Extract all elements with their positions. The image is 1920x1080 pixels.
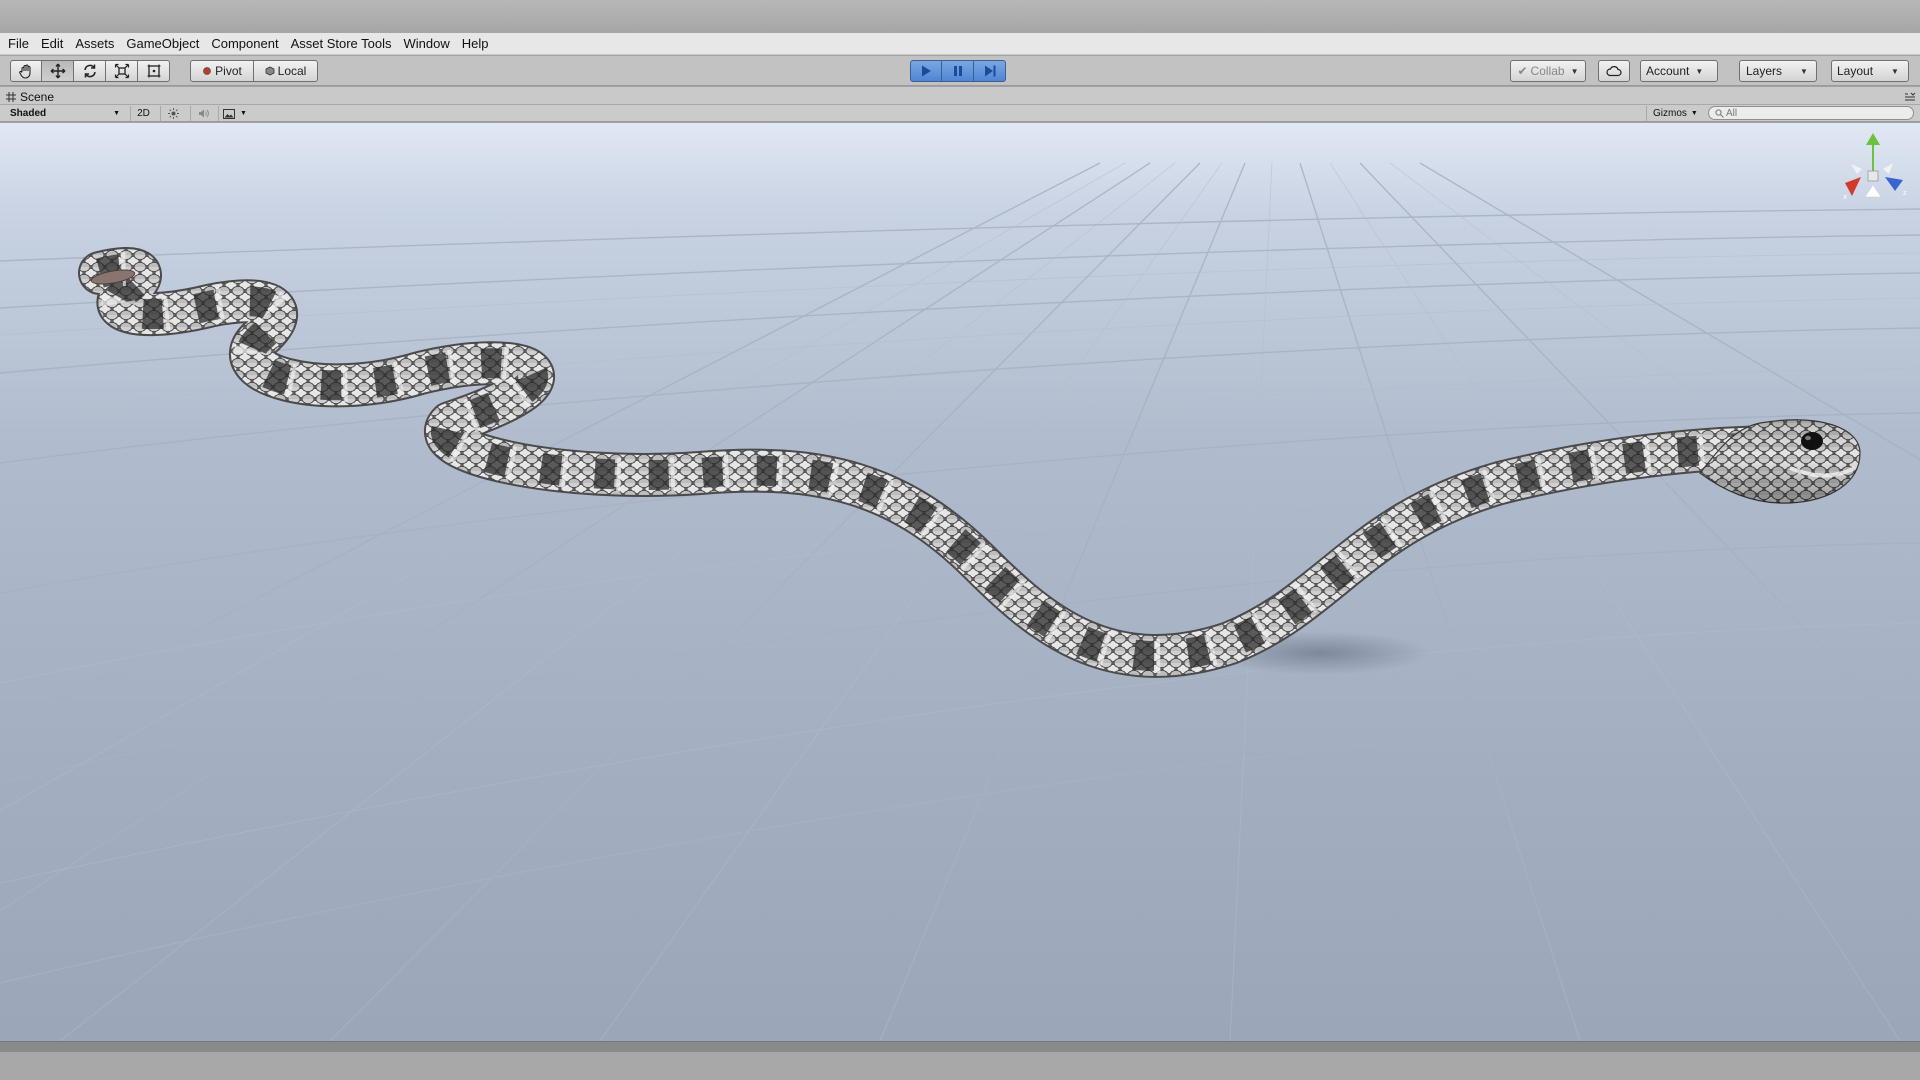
- local-toggle[interactable]: Local: [254, 60, 318, 82]
- local-icon: [265, 66, 275, 76]
- rect-tool-button[interactable]: [138, 60, 170, 82]
- scene-canvas: [0, 162, 1920, 1041]
- image-icon: [223, 108, 235, 119]
- main-toolbar: Pivot Local ✔ Collab ▼ Account ▼ Layers …: [0, 56, 1920, 86]
- pause-icon: [953, 66, 962, 76]
- snake-eye: [1801, 432, 1823, 450]
- window-top-bar: [0, 0, 1920, 33]
- pivot-label: Pivot: [215, 64, 242, 78]
- svg-text:x: x: [1843, 193, 1847, 201]
- rect-icon: [147, 64, 160, 78]
- collab-label: Collab: [1530, 64, 1565, 78]
- chevron-down-icon: ▼: [113, 110, 120, 117]
- scale-tool-button[interactable]: [106, 60, 138, 82]
- tab-scene[interactable]: Scene: [6, 88, 54, 105]
- layout-group: Layout ▼: [1831, 60, 1909, 82]
- status-bar: [0, 1041, 1920, 1052]
- effects-dropdown[interactable]: ▼: [218, 106, 252, 121]
- gizmo-x-cone[interactable]: [1845, 177, 1861, 196]
- layout-label: Layout: [1837, 64, 1874, 78]
- gizmo-center-cube[interactable]: [1867, 170, 1879, 182]
- pause-button[interactable]: [942, 60, 974, 82]
- gizmo-neg-x-cone[interactable]: [1851, 164, 1862, 174]
- snake-model[interactable]: [78, 247, 1861, 678]
- layers-group: Layers ▼: [1739, 60, 1817, 82]
- hand-icon: [19, 64, 31, 79]
- menu-gameobject[interactable]: GameObject: [120, 33, 205, 55]
- play-button[interactable]: [910, 60, 942, 82]
- grid-icon: [6, 91, 16, 102]
- pivot-local-group: Pivot Local: [190, 60, 318, 82]
- chevron-down-icon: ▼: [1891, 66, 1899, 76]
- scene-tab-bar: Scene: [0, 87, 1920, 105]
- lighting-toggle[interactable]: [160, 106, 186, 121]
- menu-assets[interactable]: Assets: [69, 33, 120, 55]
- transform-tools: [10, 60, 170, 82]
- cloud-button[interactable]: [1598, 60, 1630, 82]
- cloud-group: [1598, 60, 1630, 82]
- speaker-icon: [199, 109, 209, 118]
- layers-dropdown[interactable]: Layers ▼: [1739, 60, 1817, 82]
- search-placeholder: All: [1726, 107, 1738, 119]
- account-group: Account ▼: [1640, 60, 1718, 82]
- move-icon: [50, 63, 65, 79]
- chevron-down-icon: ▼: [1695, 66, 1704, 76]
- chevron-down-icon: ▼: [1570, 66, 1579, 76]
- menu-edit[interactable]: Edit: [35, 33, 69, 55]
- gizmo-neg-y-cone[interactable]: [1864, 184, 1882, 198]
- chevron-down-icon: ▼: [240, 110, 247, 117]
- collab-group: ✔ Collab ▼: [1510, 60, 1586, 82]
- menu-asset-store-tools[interactable]: Asset Store Tools: [285, 33, 398, 55]
- gizmo-y-cone[interactable]: [1866, 133, 1880, 145]
- search-icon: [1715, 108, 1724, 118]
- cloud-icon: [1606, 66, 1622, 77]
- chevron-down-icon: ▼: [1690, 110, 1698, 117]
- local-label: Local: [277, 64, 307, 78]
- gizmos-label: Gizmos: [1653, 108, 1687, 119]
- scene-tab-label: Scene: [20, 89, 55, 104]
- play-icon: [922, 65, 931, 77]
- menu-file[interactable]: File: [2, 33, 35, 55]
- menu-bar: File Edit Assets GameObject Component As…: [0, 33, 1920, 55]
- hand-tool-button[interactable]: [10, 60, 42, 82]
- step-icon: [984, 65, 995, 77]
- audio-toggle[interactable]: [190, 106, 216, 121]
- window-bottom-bar: [0, 1052, 1920, 1080]
- mode-2d-label: 2D: [137, 108, 150, 119]
- gizmo-neg-z-cone[interactable]: [1883, 163, 1893, 174]
- pivot-toggle[interactable]: Pivot: [190, 60, 254, 82]
- chevron-down-icon: ▼: [1800, 66, 1808, 76]
- scene-viewport[interactable]: x z: [0, 123, 1920, 1041]
- layers-label: Layers: [1746, 64, 1783, 78]
- move-tool-button[interactable]: [42, 60, 74, 82]
- svg-text:z: z: [1903, 189, 1907, 197]
- sun-icon: [168, 108, 179, 119]
- collab-button[interactable]: ✔ Collab ▼: [1510, 60, 1586, 82]
- orientation-gizmo[interactable]: x z: [1835, 133, 1911, 213]
- shading-mode-dropdown[interactable]: Shaded ▼: [4, 106, 124, 121]
- pivot-icon: [203, 67, 212, 75]
- account-label: Account: [1646, 64, 1690, 78]
- shading-mode-label: Shaded: [10, 108, 47, 119]
- scene-toolbar: Shaded ▼ 2D ▼ Gizmos ▼ All: [0, 105, 1920, 122]
- hierarchy-search-input[interactable]: All: [1708, 106, 1914, 120]
- panel-menu-icon[interactable]: [1904, 90, 1916, 101]
- account-dropdown[interactable]: Account ▼: [1640, 60, 1718, 82]
- step-button[interactable]: [974, 60, 1006, 82]
- menu-component[interactable]: Component: [205, 33, 284, 55]
- gizmo-z-cone[interactable]: [1885, 177, 1903, 191]
- gizmos-dropdown[interactable]: Gizmos ▼: [1646, 106, 1702, 121]
- layout-dropdown[interactable]: Layout ▼: [1831, 60, 1909, 82]
- scale-icon: [114, 63, 129, 79]
- mode-2d-toggle[interactable]: 2D: [130, 106, 156, 121]
- menu-window[interactable]: Window: [398, 33, 456, 55]
- menu-help[interactable]: Help: [456, 33, 495, 55]
- rotate-icon: [83, 64, 96, 78]
- check-icon: ✔: [1517, 64, 1528, 78]
- play-controls: [910, 60, 1006, 82]
- rotate-tool-button[interactable]: [74, 60, 106, 82]
